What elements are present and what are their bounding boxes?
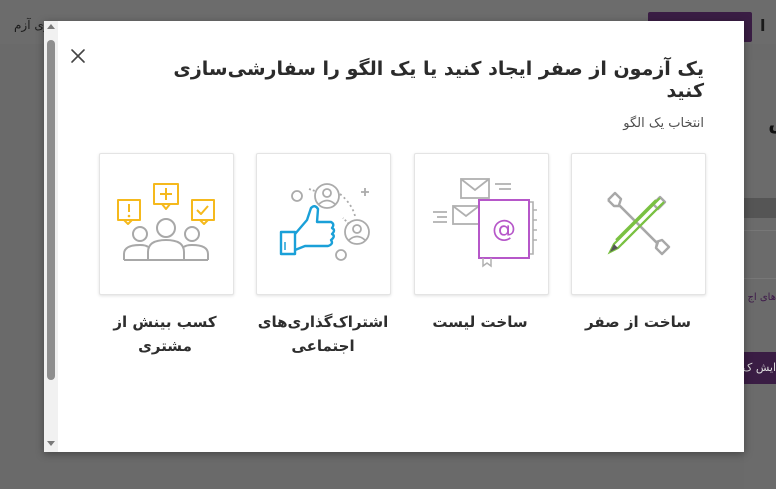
tools-pencil-icon <box>607 191 671 256</box>
scroll-down-arrow-icon[interactable] <box>47 441 55 446</box>
scrollbar-thumb[interactable] <box>47 40 55 380</box>
background-action-button: ایش ک <box>744 352 776 384</box>
template-card-list-building[interactable]: @ <box>414 153 549 295</box>
scroll-up-arrow-icon[interactable] <box>47 24 55 29</box>
mail-list-icon: @ <box>433 178 537 268</box>
background-link: های اج <box>747 292 776 303</box>
thumbs-up-icon <box>279 183 370 261</box>
background-divider <box>744 278 776 279</box>
template-card-social-shares[interactable] <box>256 153 391 295</box>
template-card-customer-insights[interactable] <box>99 153 234 295</box>
template-label-social-shares: اشتراک‌گذاری‌های اجتماعی <box>257 313 389 355</box>
template-card-from-scratch[interactable] <box>571 153 706 295</box>
svg-text:@: @ <box>492 215 516 243</box>
background-heading: نش <box>744 110 776 134</box>
close-button[interactable] <box>66 44 90 68</box>
template-label-from-scratch: ساخت از صفر <box>585 313 691 331</box>
background-top-label: ا <box>760 16 766 35</box>
close-icon <box>71 49 85 63</box>
modal-title: یک آزمون از صفر ایجاد کنید یا یک الگو را… <box>173 58 704 102</box>
section-label: انتخاب یک الگو <box>623 116 704 131</box>
background-divider <box>744 230 776 231</box>
template-label-list-building: ساخت لیست <box>432 313 528 331</box>
template-label-customer-insights: کسب بینش از مشتری <box>113 313 217 355</box>
background-strip <box>744 198 776 218</box>
customer-feedback-icon <box>117 183 215 261</box>
